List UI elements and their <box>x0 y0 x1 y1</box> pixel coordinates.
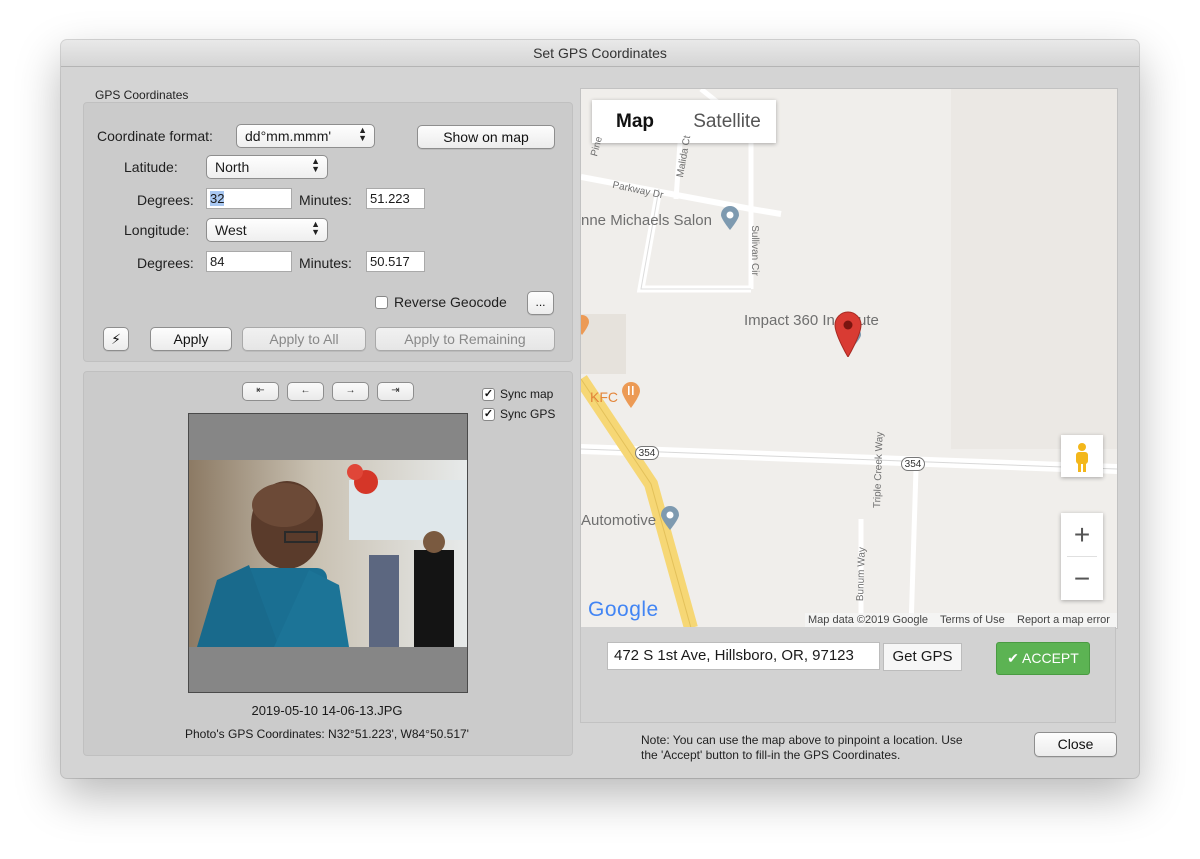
bunum-way-label: Bunum Way <box>855 546 868 602</box>
lat-degrees-value: 32 <box>210 191 225 206</box>
map-attribution-bar: Map data ©2019 Google Terms of Use Repor… <box>805 613 1117 628</box>
map-data-credit: Map data ©2019 Google <box>808 614 929 626</box>
lon-degrees-label: Degrees: <box>137 255 194 271</box>
apply-to-remaining-button[interactable]: Apply to Remaining <box>375 327 555 351</box>
map-tab[interactable]: Map <box>592 100 678 143</box>
map-note-line-1: Note: You can use the map above to pinpo… <box>641 733 963 747</box>
lat-degrees-field[interactable]: 32 <box>206 188 292 209</box>
more-options-button[interactable]: ... <box>527 291 554 315</box>
lat-minutes-label: Minutes: <box>299 192 352 208</box>
report-map-error-link[interactable]: Report a map error <box>1017 614 1110 626</box>
sync-map-label: Sync map <box>500 387 554 401</box>
lightning-button[interactable]: ⚡︎ <box>103 327 129 351</box>
latitude-label: Latitude: <box>124 159 178 175</box>
location-pin-icon[interactable] <box>834 311 862 358</box>
updown-arrows-icon: ▲ ▼ <box>311 219 320 237</box>
restaurant-poi-icon[interactable] <box>581 315 589 335</box>
sullivan-cir-label: Sullivan Cir <box>748 225 760 276</box>
pegman-icon <box>1076 443 1088 472</box>
photo-gps-coordinates: Photo's GPS Coordinates: N32°51.223', W8… <box>185 727 469 741</box>
last-photo-button[interactable]: ⇥ <box>377 382 414 401</box>
longitude-select[interactable]: West ▲ ▼ <box>206 218 328 242</box>
impact-360-label: Impact 360 In <box>744 312 835 329</box>
photo-filename: 2019-05-10 14-06-13.JPG <box>251 703 403 718</box>
map-note: Note: You can use the map above to pinpo… <box>641 733 963 763</box>
kfc-label: KFC <box>590 389 618 405</box>
accept-button[interactable]: ✔ ACCEPT <box>996 642 1090 675</box>
dialog-window: Set GPS Coordinates GPS Coordinates Coor… <box>61 40 1139 778</box>
coordinate-format-label: Coordinate format: <box>97 128 213 144</box>
automotive-label: Automotive <box>581 512 657 529</box>
lon-minutes-field[interactable]: 50.517 <box>366 251 425 272</box>
latitude-value: North <box>215 159 250 175</box>
coordinate-format-value: dd°mm.mmm' <box>245 128 332 144</box>
salon-poi-marker-icon[interactable] <box>720 206 740 230</box>
coordinate-format-select[interactable]: dd°mm.mmm' ▲ ▼ <box>236 124 375 148</box>
salon-label: nne Michaels Salon <box>581 212 712 229</box>
lon-degrees-field[interactable]: 84 <box>206 251 292 272</box>
route-354-shield-east: 354 <box>901 457 925 471</box>
google-logo-text: Google <box>588 598 659 621</box>
get-gps-button[interactable]: Get GPS <box>883 643 962 671</box>
window-title: Set GPS Coordinates <box>533 45 667 61</box>
lon-minutes-label: Minutes: <box>299 255 352 271</box>
zoom-control: + − <box>1061 513 1103 600</box>
apply-button[interactable]: Apply <box>150 327 232 351</box>
latitude-select[interactable]: North ▲ ▼ <box>206 155 328 179</box>
longitude-label: Longitude: <box>124 222 190 238</box>
photo-image <box>189 460 467 647</box>
photo-preview-frame <box>188 413 468 693</box>
lightning-icon: ⚡︎ <box>111 331 121 347</box>
zoom-out-button[interactable]: − <box>1061 557 1103 600</box>
updown-arrows-icon: ▲ ▼ <box>358 125 367 143</box>
title-bar: Set GPS Coordinates <box>61 40 1139 67</box>
updown-arrows-icon: ▲ ▼ <box>311 156 320 174</box>
first-photo-button[interactable]: ⇤ <box>242 382 279 401</box>
sync-map-checkbox[interactable]: ✓ <box>482 388 495 401</box>
sync-gps-checkbox[interactable]: ✓ <box>482 408 495 421</box>
apply-to-all-button[interactable]: Apply to All <box>242 327 366 351</box>
previous-photo-button[interactable]: ← <box>287 382 324 401</box>
route-354-shield-west: 354 <box>635 446 659 460</box>
gps-group-label: GPS Coordinates <box>95 88 189 102</box>
reverse-geocode-label: Reverse Geocode <box>394 294 507 310</box>
reverse-geocode-checkbox[interactable] <box>375 296 388 309</box>
map-view[interactable]: Map Satellite Pine Parkway Dr Malida Ct … <box>580 88 1118 629</box>
lat-degrees-label: Degrees: <box>137 192 194 208</box>
lat-minutes-field[interactable]: 51.223 <box>366 188 425 209</box>
google-logo: Google <box>588 598 659 622</box>
longitude-value: West <box>215 222 247 238</box>
kfc-poi-marker-icon[interactable] <box>621 382 641 408</box>
automotive-poi-marker-icon[interactable] <box>660 506 680 530</box>
map-note-line-2: the 'Accept' button to fill-in the GPS C… <box>641 748 901 762</box>
terms-of-use-link[interactable]: Terms of Use <box>940 614 1005 626</box>
address-input[interactable]: 472 S 1st Ave, Hillsboro, OR, 97123 <box>607 642 880 670</box>
sync-gps-label: Sync GPS <box>500 407 556 421</box>
close-button[interactable]: Close <box>1034 732 1117 757</box>
zoom-in-button[interactable]: + <box>1061 513 1103 556</box>
show-on-map-button[interactable]: Show on map <box>417 125 555 149</box>
street-view-pegman-button[interactable] <box>1061 435 1103 477</box>
next-photo-button[interactable]: → <box>332 382 369 401</box>
